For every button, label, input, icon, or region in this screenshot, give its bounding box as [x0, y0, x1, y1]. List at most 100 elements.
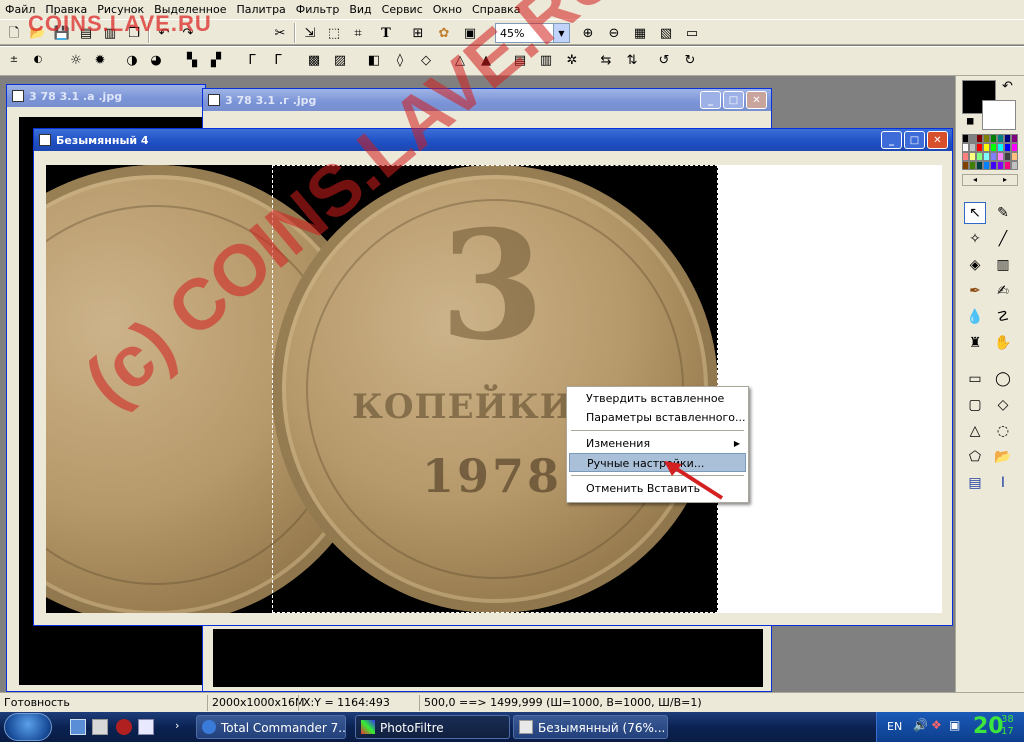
- lasso-icon[interactable]: ◌: [992, 420, 1014, 442]
- soften-icon[interactable]: ◊: [390, 50, 410, 70]
- canvas-size-icon[interactable]: ⬚: [324, 23, 344, 43]
- palette-swatch[interactable]: [990, 143, 997, 152]
- rounded-rect-icon[interactable]: ▢: [964, 394, 986, 416]
- flip-horizontal-icon[interactable]: ⇆: [596, 50, 616, 70]
- palette-swatch[interactable]: [962, 152, 969, 161]
- maximize-icon[interactable]: □: [904, 131, 925, 149]
- task-photofiltre[interactable]: PhotoFiltre: [355, 715, 510, 739]
- minimize-icon[interactable]: _: [700, 91, 721, 109]
- crop-icon[interactable]: ⌗: [348, 23, 368, 43]
- start-button[interactable]: [4, 713, 52, 741]
- magic-wand-icon[interactable]: ✧: [964, 228, 986, 250]
- color-picker-icon[interactable]: ✎: [992, 202, 1014, 224]
- palette-swatch[interactable]: [976, 161, 983, 170]
- close-icon[interactable]: ✕: [927, 131, 948, 149]
- network-icon[interactable]: ▣: [949, 718, 960, 732]
- image-canvas-g[interactable]: [213, 629, 763, 687]
- palette-swatch[interactable]: [990, 152, 997, 161]
- diamond-icon[interactable]: ◇: [992, 394, 1014, 416]
- palette-swatch[interactable]: [976, 134, 983, 143]
- palette-swatch[interactable]: [962, 161, 969, 170]
- palette-swatch[interactable]: [1011, 134, 1018, 143]
- palette-scroll[interactable]: ◂ ▸: [962, 174, 1018, 186]
- advanced-brush-icon[interactable]: ✍: [992, 280, 1014, 302]
- menu-item-validate-paste[interactable]: Утвердить вставленное: [569, 389, 746, 408]
- contrast-up-icon[interactable]: ◕: [146, 50, 166, 70]
- chevron-left-icon[interactable]: ◂: [973, 175, 977, 185]
- window-titlebar[interactable]: Безымянный 4 _ □ ✕: [34, 129, 952, 151]
- menu-view[interactable]: Вид: [344, 3, 376, 16]
- palette-swatch[interactable]: [969, 143, 976, 152]
- menu-item-transform[interactable]: Изменения ▶: [569, 434, 746, 453]
- minimize-icon[interactable]: _: [881, 131, 902, 149]
- brightness-down-icon[interactable]: ☼: [66, 50, 86, 70]
- gamma-up-icon[interactable]: Γ: [268, 50, 288, 70]
- language-indicator[interactable]: EN: [887, 720, 902, 733]
- palette-swatch[interactable]: [997, 161, 1004, 170]
- brightness-up-icon[interactable]: ✹: [90, 50, 110, 70]
- blur-icon[interactable]: ◧: [364, 50, 384, 70]
- palette-swatch[interactable]: [983, 134, 990, 143]
- triangle-icon[interactable]: △: [964, 420, 986, 442]
- palette-swatch[interactable]: [962, 143, 969, 152]
- rotate-left-icon[interactable]: ↺: [654, 50, 674, 70]
- new-icon[interactable]: 🗋: [4, 23, 24, 43]
- gamma-down-icon[interactable]: Γ: [242, 50, 262, 70]
- smudge-icon[interactable]: ☡: [992, 306, 1014, 328]
- menu-palette[interactable]: Палитра: [231, 3, 290, 16]
- palette-swatch[interactable]: [1011, 161, 1018, 170]
- grayscale-icon[interactable]: ▩: [304, 50, 324, 70]
- explorer-icon[interactable]: ⊞: [408, 23, 428, 43]
- opera-icon[interactable]: [116, 719, 132, 735]
- image-canvas-main[interactable]: 3 КОПЕЙКИ 1978: [46, 165, 942, 613]
- rectangle-icon[interactable]: ▭: [964, 368, 986, 390]
- text-icon[interactable]: T: [376, 23, 396, 43]
- fullscreen-icon[interactable]: ▭: [682, 23, 702, 43]
- palette-swatch[interactable]: [976, 152, 983, 161]
- menu-item-paste-params[interactable]: Параметры вставленного...: [569, 408, 746, 427]
- window-titlebar[interactable]: 3 78 3.1 .а .jpg: [7, 85, 205, 107]
- chevron-right-icon[interactable]: ▸: [1003, 175, 1007, 185]
- zoom-out-icon[interactable]: ⊖: [604, 23, 624, 43]
- blur-drop-icon[interactable]: 💧: [964, 306, 986, 328]
- saturation-down-icon[interactable]: ▚: [182, 50, 202, 70]
- rotate-right-icon[interactable]: ↻: [680, 50, 700, 70]
- menu-filter[interactable]: Фильтр: [291, 3, 345, 16]
- fill-bucket-icon[interactable]: ◈: [964, 254, 986, 276]
- task-untitled[interactable]: Безымянный (76%...: [513, 715, 668, 739]
- palette-swatch[interactable]: [969, 152, 976, 161]
- palette-swatch[interactable]: [1011, 143, 1018, 152]
- hand-icon[interactable]: ✋: [992, 332, 1014, 354]
- background-color-swatch[interactable]: [982, 100, 1016, 130]
- default-colors-icon[interactable]: ◼: [966, 116, 974, 127]
- flip-vertical-icon[interactable]: ⇅: [622, 50, 642, 70]
- volume-icon[interactable]: 🔊: [913, 718, 928, 732]
- line-tool-icon[interactable]: ╱: [992, 228, 1014, 250]
- fit-window-icon[interactable]: ▧: [656, 23, 676, 43]
- palette-swatch[interactable]: [962, 134, 969, 143]
- palette-swatch[interactable]: [1004, 152, 1011, 161]
- palette-swatch[interactable]: [997, 143, 1004, 152]
- image-size-icon[interactable]: ⇲: [300, 23, 320, 43]
- maximize-icon[interactable]: □: [723, 91, 744, 109]
- close-icon[interactable]: ✕: [746, 91, 767, 109]
- palette-swatch[interactable]: [983, 152, 990, 161]
- tray-app-icon[interactable]: ❖: [931, 718, 942, 732]
- palette-swatch[interactable]: [983, 143, 990, 152]
- cut-icon[interactable]: ✂: [270, 23, 290, 43]
- sepia-icon[interactable]: ▨: [330, 50, 350, 70]
- contrast-down-icon[interactable]: ◑: [122, 50, 142, 70]
- saturation-up-icon[interactable]: ▞: [206, 50, 226, 70]
- menu-window[interactable]: Окно: [428, 3, 467, 16]
- shape-options-icon[interactable]: ▤: [964, 472, 986, 494]
- auto-levels-icon[interactable]: ±: [4, 50, 24, 70]
- palette-swatch[interactable]: [990, 134, 997, 143]
- auto-contrast-icon[interactable]: ◐: [28, 50, 48, 70]
- palette-swatch[interactable]: [990, 161, 997, 170]
- swap-colors-icon[interactable]: ↶: [1002, 79, 1013, 94]
- polygon-icon[interactable]: ⬠: [964, 446, 986, 468]
- palette-swatch[interactable]: [969, 134, 976, 143]
- task-total-commander[interactable]: Total Commander 7...: [196, 715, 346, 739]
- ellipse-icon[interactable]: ◯: [992, 368, 1014, 390]
- menu-tools[interactable]: Сервис: [377, 3, 428, 16]
